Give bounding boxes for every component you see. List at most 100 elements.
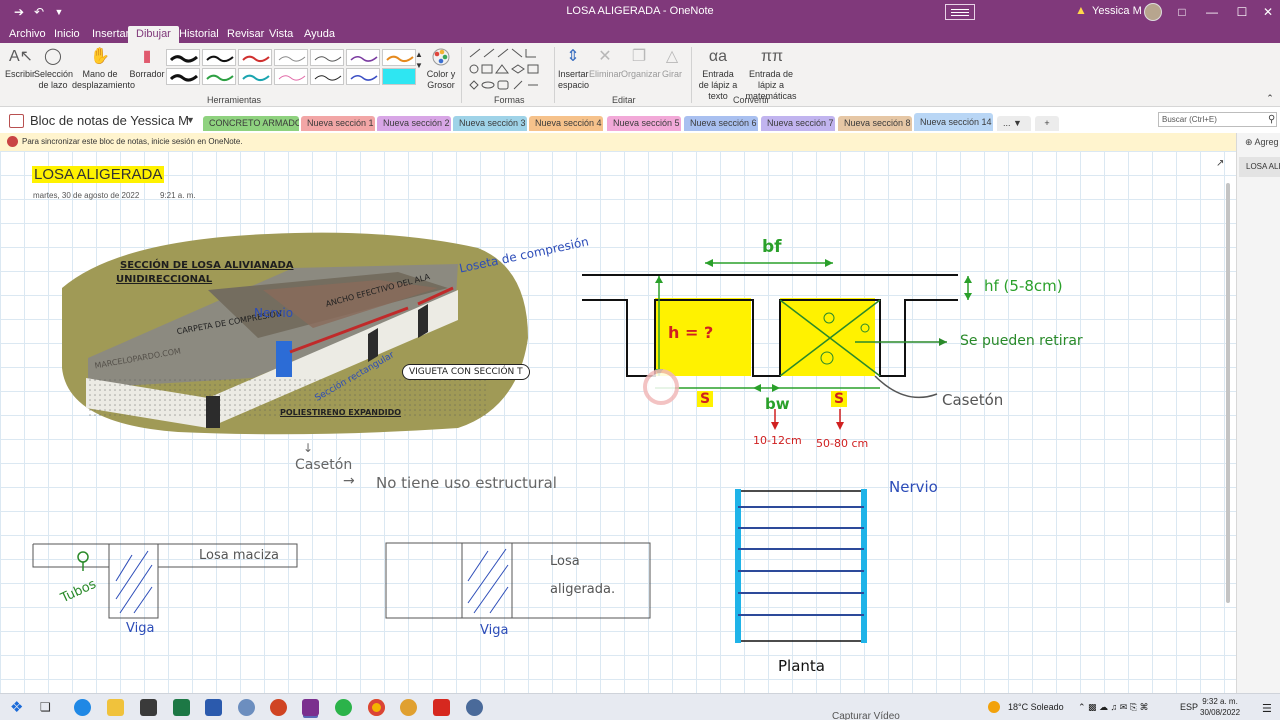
lasso-select-button[interactable]: ◯ Selección de lazo xyxy=(34,47,73,91)
language-label[interactable]: ESP xyxy=(1180,702,1198,712)
powerpoint-icon[interactable] xyxy=(270,699,287,716)
notebook-name[interactable]: Bloc de notas de Yessica M xyxy=(30,113,189,128)
app-settings-icon[interactable] xyxy=(466,699,483,716)
pen-teal[interactable] xyxy=(238,68,272,85)
pen-green[interactable] xyxy=(202,68,236,85)
delete-button[interactable]: ✕ Eliminar xyxy=(589,47,622,80)
eraser-button[interactable]: ▮ Borrador xyxy=(129,47,165,80)
tab-dibujar[interactable]: Dibujar xyxy=(128,26,179,43)
arrange-button[interactable]: ❐ Organizar xyxy=(621,47,661,80)
windows-taskbar: ❖ ❏ Capturar Vídeo 18°C Soleado ⌃ ▩ ☁ ♫ … xyxy=(0,693,1280,720)
chevron-down-icon[interactable]: ▼ xyxy=(186,115,195,125)
pen-black-3[interactable] xyxy=(166,68,200,85)
sync-notification[interactable]: Para sincronizar este bloc de notas, ini… xyxy=(0,133,1236,151)
pan-hand-button[interactable]: ✋ Mano de desplazamiento xyxy=(72,47,135,91)
clock-time: 9:32 a. m. xyxy=(1202,697,1238,706)
tray-icons[interactable]: ⌃ ▩ ☁ ♫ ✉ ⎘ ⌘ xyxy=(1078,702,1149,713)
page-date: martes, 30 de agosto de 2022 xyxy=(33,191,140,200)
page-title[interactable]: LOSA ALIGERADA xyxy=(32,166,165,183)
ink-to-text-button[interactable]: αa Entrada de lápiz a texto xyxy=(696,47,740,102)
capture-video-label[interactable]: Capturar Vídeo xyxy=(832,711,900,720)
tab-archivo[interactable]: Archivo xyxy=(9,26,46,43)
task-view-icon[interactable]: ❏ xyxy=(40,699,57,716)
restore-ribbon-icon[interactable]: □ xyxy=(1166,0,1198,24)
search-icon[interactable]: ⚲ xyxy=(1268,114,1275,125)
insert-space-icon: ⇕ xyxy=(566,48,580,65)
pen-orange[interactable] xyxy=(382,49,416,66)
section-tab-nueva-14[interactable]: Nueva sección 14 xyxy=(914,113,993,131)
weather-label[interactable]: 18°C Soleado xyxy=(1008,702,1064,712)
windows-start-icon[interactable]: ❖ xyxy=(10,699,27,716)
pen-black-thin[interactable] xyxy=(310,68,344,85)
whatsapp-icon[interactable] xyxy=(335,699,352,716)
pen-black-2[interactable] xyxy=(202,49,236,66)
clock[interactable]: 9:32 a. m. 30/08/2022 xyxy=(1200,696,1240,718)
section-tab-nueva-8[interactable]: Nueva sección 8 xyxy=(838,116,912,131)
pen-gray[interactable] xyxy=(274,49,308,66)
section-tab-nueva-2[interactable]: Nueva sección 2 xyxy=(377,116,451,131)
app-sun-icon[interactable] xyxy=(400,699,417,716)
tab-vista[interactable]: Vista xyxy=(269,26,293,43)
color-thickness-button[interactable]: Color y Grosor xyxy=(426,47,456,91)
section-tab-nueva-6[interactable]: Nueva sección 6 xyxy=(684,116,758,131)
chrome-icon[interactable] xyxy=(368,699,385,716)
weather-icon[interactable] xyxy=(988,701,1000,713)
rotate-button[interactable]: △ Girar xyxy=(659,47,685,80)
vertical-scrollbar[interactable] xyxy=(1226,183,1230,603)
ink-to-math-button[interactable]: ππ Entrada de lápiz a matemáticas xyxy=(742,47,800,102)
collapse-ribbon-icon[interactable]: ⌃ xyxy=(1264,93,1276,104)
pens-scroll-up-icon[interactable]: ▲ ▼ xyxy=(414,49,424,71)
escribir-button[interactable]: A↖ Escribir xyxy=(5,47,35,80)
page-canvas[interactable]: LOSA ALIGERADA martes, 30 de agosto de 2… xyxy=(0,151,1236,693)
tab-revisar[interactable]: Revisar xyxy=(227,26,264,43)
bf-label: bf xyxy=(762,237,782,257)
sketch-poliestireno-label: POLIESTIRENO EXPANDIDO xyxy=(280,408,402,417)
add-page-button[interactable]: ⊕ Agreg xyxy=(1245,137,1279,148)
pen-blue[interactable] xyxy=(346,68,380,85)
section-tab-nueva-3[interactable]: Nueva sección 3 xyxy=(453,116,527,131)
highlighter-cyan[interactable] xyxy=(382,68,416,85)
section-tab-concreto-armado[interactable]: CONCRETO ARMADO xyxy=(203,116,299,131)
photos-icon[interactable] xyxy=(238,699,255,716)
tab-inicio[interactable]: Inicio xyxy=(54,26,80,43)
warning-icon[interactable]: ▲ xyxy=(1075,3,1087,17)
section-tab-nueva-5[interactable]: Nueva sección 5 xyxy=(607,116,681,131)
title-bar: ➔ ↶ ▼ LOSA ALIGERADA - OneNote ▲ Yessica… xyxy=(0,0,1280,24)
expand-page-icon[interactable]: ↗ xyxy=(1216,158,1224,169)
onenote-icon[interactable] xyxy=(302,699,319,716)
notebook-icon[interactable] xyxy=(9,114,24,128)
pen-black-thick[interactable] xyxy=(166,49,200,66)
hand-icon: ✋ xyxy=(90,48,110,65)
search-input[interactable]: Buscar (Ctrl+E) xyxy=(1158,112,1277,127)
add-section-button[interactable]: + xyxy=(1035,116,1059,131)
store-icon[interactable] xyxy=(140,699,157,716)
notifications-icon[interactable]: ☰ xyxy=(1262,702,1272,715)
acrobat-icon[interactable] xyxy=(433,699,450,716)
pen-red[interactable] xyxy=(238,49,272,66)
avatar[interactable] xyxy=(1144,3,1162,21)
section-tab-nueva-7[interactable]: Nueva sección 7 xyxy=(761,116,835,131)
word-icon[interactable] xyxy=(205,699,222,716)
excel-icon[interactable] xyxy=(173,699,190,716)
menu-bar: Archivo Inicio Insertar Dibujar Historia… xyxy=(0,24,1280,43)
tab-historial[interactable]: Historial xyxy=(179,26,219,43)
tab-insertar[interactable]: Insertar xyxy=(92,26,129,43)
sync-message: Para sincronizar este bloc de notas, ini… xyxy=(22,137,243,146)
minimize-icon[interactable]: — xyxy=(1196,0,1228,24)
more-sections-button[interactable]: ... ▼ xyxy=(997,116,1031,131)
tab-ayuda[interactable]: Ayuda xyxy=(304,26,335,43)
file-explorer-icon[interactable] xyxy=(107,699,124,716)
section-tab-nueva-4[interactable]: Nueva sección 4 xyxy=(529,116,603,131)
close-icon[interactable]: ✕ xyxy=(1252,0,1280,24)
shapes-gallery[interactable] xyxy=(466,47,548,93)
losa-maciza-label: Losa maciza xyxy=(199,548,280,563)
insert-space-button[interactable]: ⇕ Insertar espacio xyxy=(558,47,589,91)
edge-icon[interactable] xyxy=(74,699,91,716)
page-item-losa-aligerada[interactable]: LOSA ALI xyxy=(1239,157,1280,177)
pen-dark-gray[interactable] xyxy=(310,49,344,66)
section-tab-nueva-1[interactable]: Nueva sección 1 xyxy=(301,116,375,131)
pen-pink[interactable] xyxy=(274,68,308,85)
pen-purple[interactable] xyxy=(346,49,380,66)
group-formas: Formas xyxy=(494,95,525,105)
ribbon-display-options-icon[interactable] xyxy=(945,4,975,20)
